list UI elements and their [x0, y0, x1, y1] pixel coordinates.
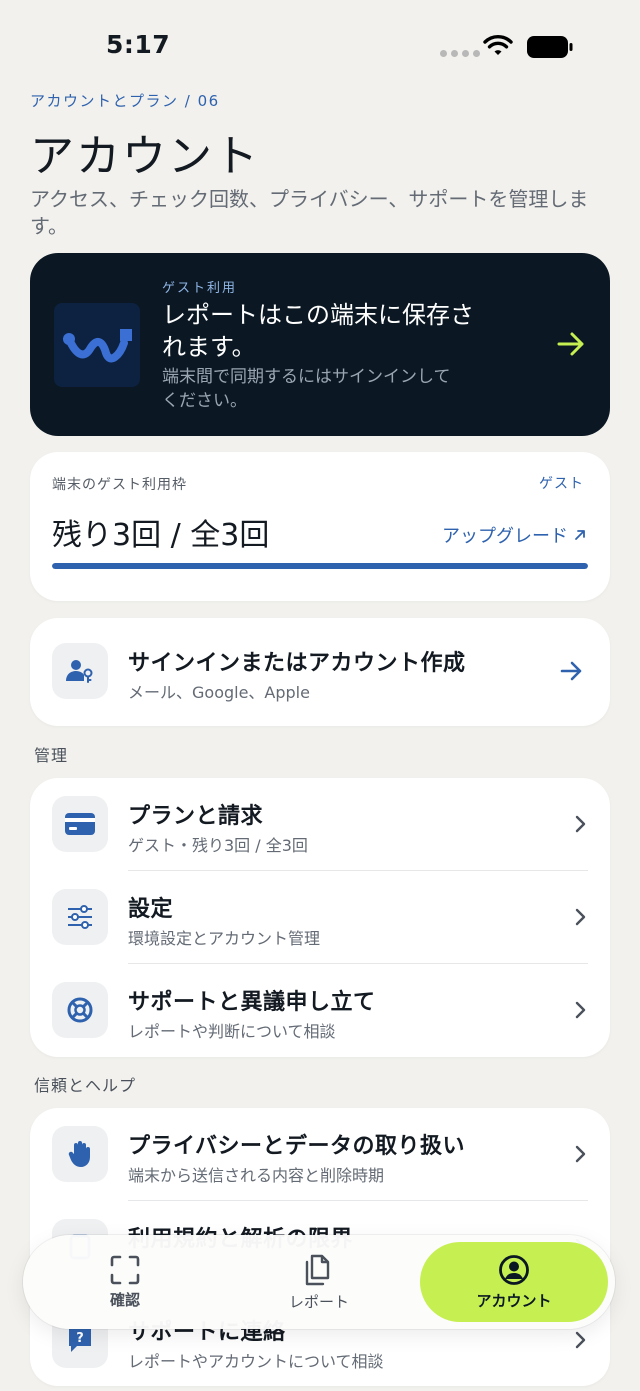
arrow-right-icon [560, 661, 582, 681]
chevron-right-icon [575, 815, 586, 833]
quota-label: 端末のゲスト利用枠 [52, 477, 187, 493]
chevron-right-icon [575, 908, 586, 926]
breadcrumb[interactable]: アカウントとプラン / 06 [30, 90, 220, 111]
hand-icon [52, 1126, 108, 1182]
list-item-plan-billing[interactable]: プランと請求 ゲスト・残り3回 / 全3回 [30, 778, 610, 871]
tab-check[interactable]: 確認 [63, 1235, 187, 1329]
item-title: プランと請求 [128, 804, 264, 829]
guest-quota-card: 端末のゲスト利用枠 ゲスト 残り3回 / 全3回 アップグレード [30, 452, 610, 601]
tab-reports[interactable]: レポート [257, 1235, 381, 1329]
list-item-settings[interactable]: 設定 環境設定とアカウント管理 [30, 871, 610, 964]
user-key-icon [52, 643, 108, 699]
battery-icon [527, 36, 573, 58]
list-item-privacy[interactable]: プライバシーとデータの取り扱い 端末から送信される内容と削除時期 [30, 1108, 610, 1201]
item-title: 設定 [128, 897, 174, 922]
list-item-support-appeals[interactable]: サポートと異議申し立て レポートや判断について相談 [30, 964, 610, 1057]
item-subtitle: 環境設定とアカウント管理 [128, 929, 321, 948]
signin-title: サインインまたはアカウント作成 [128, 651, 466, 676]
signin-card[interactable]: サインインまたはアカウント作成 メール、Google、Apple [30, 618, 610, 726]
item-title: サポートと異議申し立て [128, 990, 376, 1015]
signin-subtitle: メール、Google、Apple [128, 683, 310, 702]
guest-usage-card[interactable]: ゲスト利用 レポートはこの端末に保存されます。 端末間で同期するにはサインインし… [30, 253, 610, 436]
sliders-icon [52, 889, 108, 945]
wifi-icon [483, 35, 513, 55]
tab-account[interactable]: アカウント [420, 1242, 608, 1322]
scan-icon [110, 1255, 140, 1284]
plan-badge: ゲスト [539, 476, 584, 492]
tab-label: 確認 [109, 1290, 140, 1309]
bottom-tab-bar: 確認 レポート アカウント [23, 1235, 615, 1329]
credit-card-icon [52, 796, 108, 852]
guest-title: レポートはこの端末に保存されます。 [162, 301, 474, 361]
chevron-right-icon [575, 1145, 586, 1163]
status-time: 5:17 [106, 30, 171, 59]
chevron-right-icon [575, 1001, 586, 1019]
section-label-manage: 管理 [34, 746, 69, 765]
page-title: アカウント [30, 131, 260, 182]
upgrade-link[interactable]: アップグレード [442, 522, 586, 548]
item-title: プライバシーとデータの取り扱い [128, 1134, 466, 1159]
account-icon [499, 1254, 529, 1285]
status-bar: 5:17 [0, 0, 640, 90]
app-logo-icon [54, 303, 140, 387]
quota-progress-bar [52, 563, 588, 569]
tab-label: アカウント [476, 1291, 552, 1310]
guest-kicker: ゲスト利用 [162, 281, 238, 296]
item-subtitle: レポートやアカウントについて相談 [128, 1352, 384, 1371]
quota-progress-fill [52, 563, 588, 569]
arrow-up-right-icon [575, 530, 585, 540]
section-label-trust: 信頼とヘルプ [34, 1076, 137, 1095]
item-subtitle: ゲスト・残り3回 / 全3回 [128, 836, 308, 855]
lifebuoy-icon [52, 982, 108, 1038]
tab-label: レポート [288, 1292, 349, 1311]
arrow-right-icon[interactable] [556, 331, 586, 357]
quota-remaining: 残り3回 / 全3回 [52, 518, 270, 553]
guest-description: 端末間で同期するにはサインインしてください。 [162, 367, 451, 411]
chevron-right-icon [575, 1331, 586, 1349]
page-subtitle: アクセス、チェック回数、プライバシー、サポートを管理します。 [30, 187, 589, 238]
upgrade-label: アップグレード [442, 526, 568, 547]
item-subtitle: 端末から送信される内容と削除時期 [128, 1166, 385, 1185]
documents-icon [305, 1254, 330, 1285]
manage-card: プランと請求 ゲスト・残り3回 / 全3回 設定 環境設定とアカウント管理 サポ… [30, 778, 610, 1057]
svg-text:?: ? [76, 1331, 84, 1346]
item-subtitle: レポートや判断について相談 [128, 1022, 336, 1041]
cellular-signal-icon [440, 50, 480, 57]
